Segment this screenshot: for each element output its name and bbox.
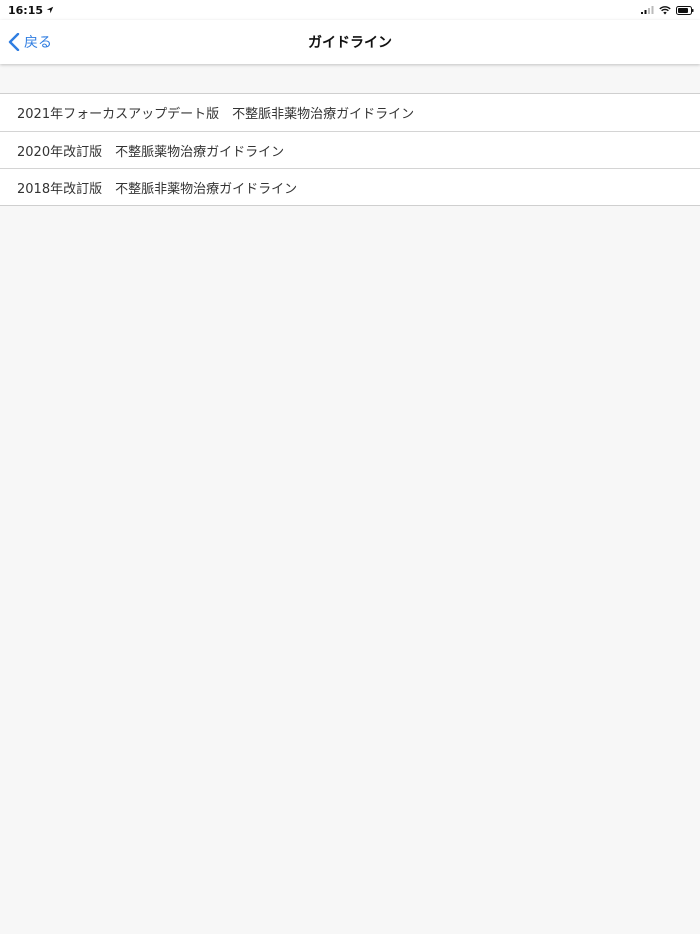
guideline-item-2018[interactable]: 2018年改訂版 不整脈非薬物治療ガイドライン (0, 168, 700, 205)
chevron-left-icon (8, 33, 20, 51)
guideline-item-label: 2021年フォーカスアップデート版 不整脈非薬物治療ガイドライン (17, 107, 415, 122)
status-time: 16:15 (8, 3, 44, 17)
wifi-icon (659, 5, 671, 14)
back-button[interactable]: 戻る (8, 28, 52, 56)
status-bar: 16:15 (0, 0, 700, 20)
page-title: ガイドライン (308, 35, 392, 51)
guideline-item-label: 2018年改訂版 不整脈非薬物治療ガイドライン (17, 181, 298, 197)
navigation-bar: 戻る ガイドライン (0, 20, 700, 64)
guideline-item-2021[interactable]: 2021年フォーカスアップデート版 不整脈非薬物治療ガイドライン (0, 94, 700, 131)
battery-icon (676, 5, 694, 15)
signal-icon (641, 6, 654, 14)
guideline-item-label: 2020年改訂版 不整脈薬物治療ガイドライン (17, 144, 285, 160)
guideline-item-2020[interactable]: 2020年改訂版 不整脈薬物治療ガイドライン (0, 131, 700, 168)
guideline-list: 2021年フォーカスアップデート版 不整脈非薬物治療ガイドライン 2020年改訂… (0, 93, 700, 206)
back-button-label: 戻る (24, 35, 52, 51)
location-arrow-icon (46, 6, 54, 14)
guideline-screen: 16:15 戻る ガイドライン 2021年フォーカスアップデート版 不整脈非薬物… (0, 0, 700, 934)
status-right (641, 5, 694, 15)
status-left: 16:15 (8, 4, 54, 17)
